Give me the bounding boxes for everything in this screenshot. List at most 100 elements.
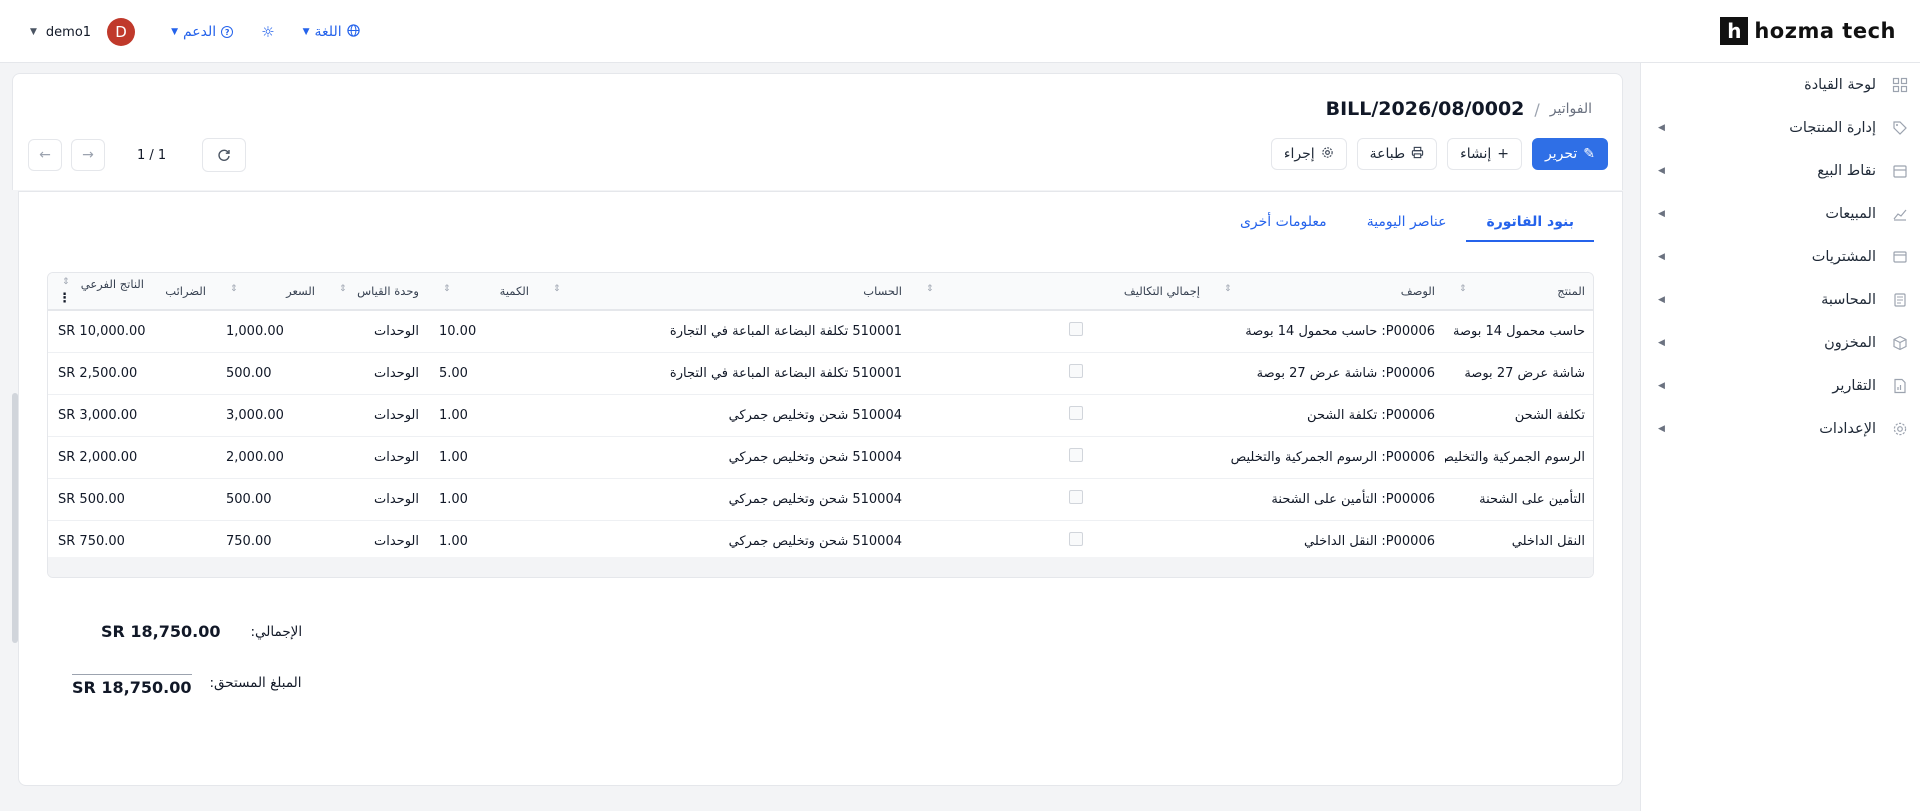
dashboard-icon [1892, 77, 1908, 93]
checkbox[interactable] [1069, 532, 1083, 546]
help-icon: ? [221, 26, 234, 38]
action-menu-button[interactable]: إجراء [1270, 138, 1347, 170]
cell-taxes [154, 478, 216, 520]
column-header-product[interactable]: المنتج ⇕ [1445, 273, 1593, 310]
breadcrumb-separator: / [1534, 99, 1540, 119]
column-header-subtotal[interactable]: الناتج الفرعي ⇕ ⋮ [48, 273, 154, 310]
top-controls: ▼ demo1 D ▼ الدعم ? ☼ ▼ اللغة [30, 17, 360, 47]
cell-price: 750.00 [226, 533, 272, 549]
column-header-price[interactable]: السعر ⇕ [216, 273, 325, 310]
amount-due-label: المبلغ المستحق: [209, 674, 302, 691]
checkbox[interactable] [1069, 490, 1083, 504]
column-header-description[interactable]: الوصف ⇕ [1210, 273, 1445, 310]
logo[interactable]: h hozma tech [1720, 17, 1896, 45]
sidebar-item-label: المبيعات [1825, 205, 1876, 222]
column-header-total-costs[interactable]: إجمالي التكاليف ⇕ [912, 273, 1210, 310]
sort-icon: ⇕ [1224, 284, 1232, 294]
invoice-lines-table: المنتج ⇕ الوصف ⇕ إجمالي التكاليف ⇕ الحساب ⇕ … [47, 272, 1594, 578]
table-row[interactable]: حاسب محمول 14 بوصة P00006: حاسب محمول 14… [48, 310, 1593, 352]
sidebar-item-inventory[interactable]: المخزون ◀ [1640, 321, 1920, 364]
cell-account: 510001 تكلفة البضاعة المباعة في التجارة [669, 365, 902, 381]
expand-arrow-icon: ◀ [1658, 380, 1665, 391]
amount-due-row: SR 18,750.00 المبلغ المستحق: [72, 674, 302, 697]
sidebar-item-dashboard[interactable]: لوحة القيادة [1640, 63, 1920, 106]
sort-icon: ⇕ [1459, 284, 1467, 294]
amount-due-value: SR 18,750.00 [72, 674, 192, 697]
refresh-button[interactable] [202, 138, 246, 172]
edit-label: تحرير [1544, 146, 1578, 162]
table-row[interactable]: التأمين على الشحنة P00006: التأمين على ا… [48, 478, 1593, 520]
tab-other-info[interactable]: معلومات أخرى [1220, 202, 1347, 242]
previous-record-button[interactable]: ← [28, 139, 62, 171]
table-row[interactable]: النقل الداخلي P00006: النقل الداخلي 5100… [48, 520, 1593, 562]
tab-invoice-lines[interactable]: بنود الفاتورة [1466, 202, 1594, 242]
checkbox[interactable] [1069, 448, 1083, 462]
cell-uom: الوحدات [374, 491, 419, 507]
pager-count: 1 / 1 [137, 147, 167, 163]
plus-icon: + [1497, 146, 1509, 162]
cell-quantity: 10.00 [439, 323, 477, 339]
cell-total-costs [912, 310, 1210, 352]
checkbox[interactable] [1069, 322, 1083, 337]
cell-uom: الوحدات [374, 407, 419, 423]
edit-button[interactable]: ✎ تحرير [1531, 138, 1608, 170]
main-content: الفواتير / BILL/2026/08/0002 ✎ تحرير + إ… [12, 73, 1623, 791]
table-row[interactable]: الرسوم الجمركية والتخليص P00006: الرسوم … [48, 436, 1593, 478]
table-row[interactable]: تكلفة الشحن P00006: تكلفة الشحن 510004 ش… [48, 394, 1593, 436]
breadcrumb-parent-link[interactable]: الفواتير [1550, 101, 1592, 117]
chevron-down-icon: ▼ [302, 27, 310, 37]
print-button[interactable]: طباعة [1356, 138, 1438, 170]
logo-mark: h [1720, 17, 1749, 45]
box-icon [1892, 335, 1908, 351]
cell-total-costs [912, 478, 1210, 520]
cell-total-costs [912, 520, 1210, 562]
avatar: D [107, 18, 136, 46]
cell-account: 510004 شحن وتخليص جمركي [728, 491, 902, 507]
sidebar-item-settings[interactable]: الإعدادات ◀ [1640, 407, 1920, 450]
user-menu[interactable]: ▼ demo1 D [30, 18, 136, 46]
cell-taxes [154, 352, 216, 394]
cell-subtotal: SR 750.00 [58, 533, 125, 549]
cell-account: 510004 شحن وتخليص جمركي [728, 407, 902, 423]
chevron-down-icon: ▼ [171, 27, 178, 37]
theme-toggle-sun-icon[interactable]: ☼ [261, 23, 274, 41]
sidebar-item-accounting[interactable]: المحاسبة ◀ [1640, 278, 1920, 321]
total-label: الإجمالي: [250, 623, 303, 640]
create-label: إنشاء [1460, 146, 1492, 162]
checkbox[interactable] [1069, 364, 1083, 378]
column-header-quantity[interactable]: الكمية ⇕ [429, 273, 539, 310]
total-row: SR 18,750.00 الإجمالي: [101, 622, 302, 641]
tab-journal-items[interactable]: عناصر اليومية [1347, 202, 1467, 242]
cell-product: الرسوم الجمركية والتخليص [1445, 449, 1585, 465]
sidebar-item-sales[interactable]: المبيعات ◀ [1640, 192, 1920, 235]
cell-quantity: 1.00 [439, 491, 468, 507]
checkbox[interactable] [1069, 406, 1083, 420]
cell-product: التأمين على الشحنة [1479, 491, 1585, 507]
sidebar-item-label: لوحة القيادة [1804, 76, 1876, 93]
total-value: SR 18,750.00 [101, 622, 221, 641]
store-icon [1892, 163, 1908, 179]
next-record-button[interactable]: → [71, 139, 105, 171]
column-header-account[interactable]: الحساب ⇕ [539, 273, 912, 310]
sidebar-item-label: المشتريات [1811, 248, 1876, 265]
cell-product: النقل الداخلي [1511, 533, 1585, 549]
sidebar-item-reports[interactable]: التقارير ◀ [1640, 364, 1920, 407]
column-header-taxes[interactable]: الضرائب [154, 273, 216, 310]
cell-taxes [154, 310, 216, 352]
table-row[interactable]: شاشة عرض 27 بوصة P00006: شاشة عرض 27 بوص… [48, 352, 1593, 394]
create-button[interactable]: + إنشاء [1447, 138, 1522, 170]
support-menu[interactable]: ▼ الدعم ? [171, 24, 234, 40]
sidebar-item-products[interactable]: إدارة المنتجات ◀ [1640, 106, 1920, 149]
sidebar-item-purchases[interactable]: المشتريات ◀ [1640, 235, 1920, 278]
top-bar: h hozma tech ▼ demo1 D ▼ الدعم ? ☼ ▼ الل… [0, 0, 1920, 63]
cell-account: 510004 شحن وتخليص جمركي [728, 449, 902, 465]
gear-icon [1892, 421, 1908, 437]
cell-subtotal: SR 10,000.00 [58, 323, 146, 339]
column-header-uom[interactable]: وحدة القياس ⇕ [325, 273, 429, 310]
language-menu[interactable]: ▼ اللغة [302, 23, 360, 41]
column-options-icon[interactable]: ⋮ [58, 291, 71, 306]
record-pager: ← → 1 / 1 [28, 138, 246, 172]
gear-icon [1321, 146, 1334, 163]
sidebar-item-label: المحاسبة [1821, 291, 1876, 308]
sidebar-item-pos[interactable]: نقاط البيع ◀ [1640, 149, 1920, 192]
